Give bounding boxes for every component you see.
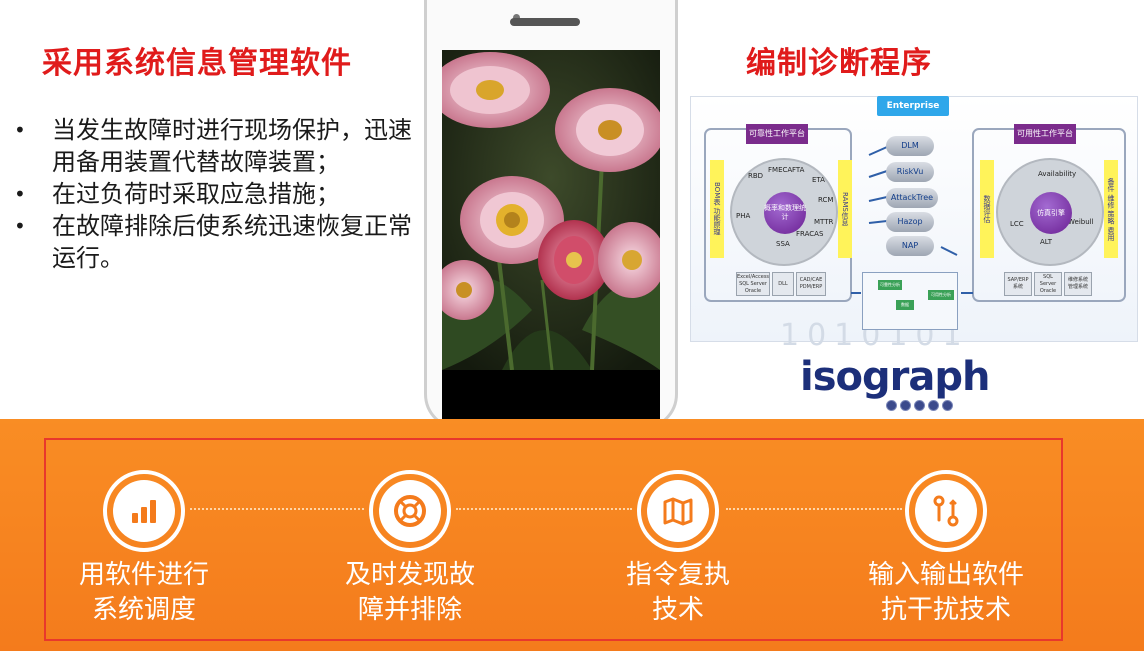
tool-attacktree: AttackTree (886, 188, 938, 208)
tool-hazop: Hazop (886, 212, 934, 232)
wheel-seg: FRACAS (796, 230, 824, 238)
bullet-item: 当发生故障时进行现场保护，迅速用备用装置代替故障装置； (14, 114, 424, 178)
feature-item: 指令复执 技术 (568, 470, 788, 628)
flower-photo (442, 50, 660, 420)
wheel-seg: ETA (812, 176, 825, 184)
wheel-seg: FMECA (768, 166, 793, 174)
flow-node: 可靠性分析 (878, 280, 902, 290)
map-icon (647, 480, 709, 542)
wheel-seg: RCM (818, 196, 834, 204)
bullet-list: 当发生故障时进行现场保护，迅速用备用装置代替故障装置； 在过负荷时采取应急措施；… (14, 114, 424, 274)
db-box: SAP/ERP 系统 (1004, 272, 1032, 296)
feature-ring (637, 470, 719, 552)
flow-node: 可用性分析 (928, 290, 954, 300)
feature-label: 输入输出软件 抗干扰技术 (867, 560, 1024, 625)
tool-riskvu: RiskVu (886, 162, 934, 182)
flow-node: 数据 (896, 300, 914, 310)
db-box: DLL (772, 272, 794, 296)
reliability-platform-tag: 可靠性工作平台 (746, 124, 808, 144)
db-box: Excel/Access SQL Server Oracle (736, 272, 770, 296)
wheel-seg: LCC (1010, 220, 1024, 228)
bullet-item: 在过负荷时采取应急措施； (14, 178, 424, 210)
wheel-seg: Weibull (1068, 218, 1094, 226)
feature-ring (905, 470, 987, 552)
route-icon (915, 480, 977, 542)
left-title: 采用系统信息管理软件 (42, 46, 352, 81)
feature-ring (103, 470, 185, 552)
simulation-center: 仿真引擎 (1030, 192, 1072, 234)
wheel-seg: Availability (1038, 170, 1077, 178)
availability-platform-tag: 可用性工作平台 (1014, 124, 1076, 144)
spares-bar: 备件 维修 策略 费用 (1104, 160, 1118, 258)
wheel-seg: PHA (736, 212, 751, 220)
lifebuoy-icon (379, 480, 441, 542)
feature-item: 输入输出软件 抗干扰技术 (836, 470, 1056, 628)
bar-chart-icon (113, 480, 175, 542)
right-title: 编制诊断程序 (746, 46, 932, 81)
phone-speaker (510, 18, 580, 26)
feature-item: 用软件进行 系统调度 (34, 470, 254, 628)
probability-center: 概率和数理统计 (764, 192, 806, 234)
rams-bar: RAMS信息 (838, 160, 852, 258)
feature-label: 指令复执 技术 (625, 560, 730, 625)
wheel-seg: ALT (1040, 238, 1053, 246)
db-box: 维修系统 管理系统 (1064, 272, 1092, 296)
enterprise-label: Enterprise (877, 96, 949, 116)
feature-item: 及时发现故 障并排除 (300, 470, 520, 628)
tool-nap: NAP (886, 236, 934, 256)
bullet-item: 在故障排除后使系统迅速恢复正常运行。 (14, 210, 424, 274)
wheel-seg: SSA (776, 240, 790, 248)
feature-ring (369, 470, 451, 552)
wheel-seg: FTA (792, 166, 805, 174)
isograph-logo-dots (886, 400, 953, 411)
data-eval-bar: 数据评估 (980, 160, 994, 258)
flower-illustration (442, 50, 660, 420)
wheel-seg: MTTR (814, 218, 834, 226)
bom-bar: BOM表 功能原理 (710, 160, 724, 258)
db-box: SQL Server Oracle (1034, 272, 1062, 296)
feature-label: 及时发现故 障并排除 (344, 560, 475, 625)
feature-label: 用软件进行 系统调度 (78, 560, 209, 625)
isograph-logo: isograph (800, 354, 990, 400)
tool-dlm: DLM (886, 136, 934, 156)
wheel-seg: RBD (748, 172, 764, 180)
db-box: CAD/CAE PDM/ERP (796, 272, 826, 296)
